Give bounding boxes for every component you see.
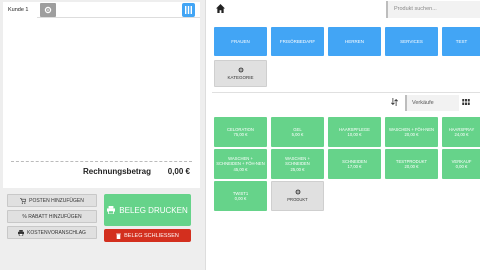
print-receipt-button[interactable]: BELEG DRUCKEN [104, 194, 191, 226]
receipt-list: Rechnungsbetrag 0,00 € [3, 18, 200, 188]
close-receipt-button[interactable]: BELEG SCHLIESSEN [104, 229, 191, 242]
add-product-label: PRODUKT [287, 197, 308, 203]
menu-icon [185, 6, 192, 14]
product-price: 0,00 € [234, 196, 247, 201]
product-tile[interactable]: SCHNEIDEN 17,00 € [328, 149, 381, 179]
close-receipt-label: BELEG SCHLIESSEN [124, 232, 179, 239]
search-input[interactable]: Produkt suchen... [386, 1, 480, 18]
sort-select[interactable]: Verkäufe [405, 95, 459, 111]
customer-settings-button[interactable] [40, 3, 56, 17]
product-price: 25,00 € [290, 166, 305, 172]
product-price: 20,00 € [404, 132, 419, 137]
total-divider [11, 161, 192, 162]
estimate-button[interactable]: KOSTENVORANSCHLAG [7, 226, 97, 239]
category-frisoerbedarf[interactable]: FRISÖRBEDARF [271, 27, 324, 56]
add-category-label: KATEGORIE [227, 75, 254, 80]
product-price: 24,00 € [454, 132, 469, 137]
action-buttons: POSTEN HINZUFÜGEN % RABATT HINZUFÜGEN KO… [7, 194, 97, 242]
category-herren[interactable]: HERREN [328, 27, 381, 56]
product-price: 20,00 € [404, 164, 419, 169]
product-price: 5,00 € [291, 132, 304, 137]
category-frauen[interactable]: FRAUEN [214, 27, 267, 56]
category-services[interactable]: SERVICES [385, 27, 438, 56]
print-receipt-label: BELEG DRUCKEN [119, 205, 188, 215]
product-price: 17,00 € [347, 164, 362, 169]
add-product-button[interactable]: PRODUKT [271, 181, 324, 211]
cart-plus-icon [20, 197, 27, 204]
product-tile[interactable]: HAARSPRAY 24,00 € [442, 117, 480, 147]
product-tile[interactable]: VERKAUF 0,00 € [442, 149, 480, 179]
add-category-button[interactable]: KATEGORIE [214, 60, 267, 87]
total-label: Rechnungsbetrag [83, 167, 152, 176]
printer-icon [107, 206, 116, 214]
grid-view-icon[interactable] [462, 99, 470, 105]
add-item-button[interactable]: POSTEN HINZUFÜGEN [7, 194, 97, 207]
product-price: 75,00 € [233, 132, 248, 137]
add-discount-button[interactable]: % RABATT HINZUFÜGEN [7, 210, 97, 223]
estimate-label: KOSTENVORANSCHLAG [27, 229, 86, 236]
section-divider [212, 92, 480, 93]
gear-icon [238, 67, 243, 73]
product-tile[interactable]: TESTPRODUKT 20,00 € [385, 149, 438, 179]
gear-icon [295, 189, 300, 195]
category-test[interactable]: TEST [442, 27, 480, 56]
sort-icon[interactable] [391, 98, 398, 106]
menu-button[interactable] [182, 3, 195, 17]
product-tile[interactable]: CELORATION 75,00 € [214, 117, 267, 147]
product-tile[interactable]: WASCHEN + FÖH-NEN 20,00 € [385, 117, 438, 147]
tab-customer-1[interactable]: Kunde 1 [3, 2, 37, 18]
product-tile[interactable]: TWIST1 0,00 € [214, 181, 267, 211]
product-price: 45,00 € [233, 166, 248, 172]
product-name: WASCHEN + SCHNEIDEN [285, 156, 310, 167]
product-price: 0,00 € [455, 164, 468, 169]
gear-icon [44, 6, 52, 14]
product-tile[interactable]: GEL 5,00 € [271, 117, 324, 147]
product-tile[interactable]: HAARSPFLEGE 10,00 € [328, 117, 381, 147]
home-icon[interactable] [216, 4, 225, 13]
product-price: 10,00 € [347, 132, 362, 137]
customer-tabbar: Kunde 1 [3, 2, 200, 18]
product-tile[interactable]: WASCHEN + SCHNEIDEN + FÖH-NEN 45,00 € [214, 149, 267, 179]
add-item-label: POSTEN HINZUFÜGEN [29, 197, 84, 204]
receipt-panel: Kunde 1 Rechnungsbetrag 0,00 € POSTEN HI… [0, 0, 205, 270]
product-name: WASCHEN + SCHNEIDEN + FÖH-NEN [216, 156, 265, 167]
product-tile[interactable]: WASCHEN + SCHNEIDEN 25,00 € [271, 149, 324, 179]
product-panel: Produkt suchen... FRAUEN FRISÖRBEDARF HE… [205, 0, 480, 270]
add-discount-label: % RABATT HINZUFÜGEN [22, 213, 82, 220]
trash-icon [116, 233, 122, 239]
printer-icon [18, 229, 25, 236]
total-value: 0,00 € [167, 167, 190, 176]
